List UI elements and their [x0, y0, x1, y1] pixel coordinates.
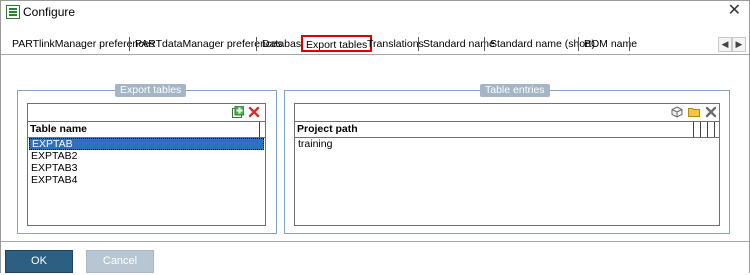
- tab-separator: [256, 37, 257, 51]
- tab-scroll-right-icon[interactable]: ▶: [732, 37, 746, 52]
- cube-icon[interactable]: [671, 106, 683, 118]
- title-bar: Configure ✕: [1, 1, 749, 23]
- table-entries-toolbar: [295, 104, 719, 120]
- column-divider: [700, 122, 701, 137]
- table-entries-group-title: Table entries: [480, 84, 550, 97]
- tab-export-tables[interactable]: Export tables: [301, 35, 373, 52]
- add-icon[interactable]: [232, 106, 244, 118]
- tab-scroll-arrows: ◀ ▶: [718, 37, 746, 52]
- configure-dialog: Configure ✕ PARTlinkManager preferences …: [0, 0, 750, 275]
- delete-icon[interactable]: [248, 106, 260, 118]
- configure-app-icon: [6, 5, 20, 19]
- tab-separator: [629, 37, 630, 51]
- tab-separator: [578, 37, 579, 51]
- table-name-header-label: Table name: [30, 123, 87, 135]
- tab-scroll-left-icon[interactable]: ◀: [718, 37, 732, 52]
- table-entries-group: Table entries Project path training: [284, 84, 730, 234]
- export-tables-toolbar: [28, 104, 265, 120]
- tab-separator: [129, 37, 130, 51]
- folder-icon[interactable]: [688, 106, 700, 118]
- dialog-footer: OK Cancel: [1, 241, 749, 275]
- export-tables-group-title: Export tables: [115, 84, 187, 97]
- export-tables-group: Export tables Table name EXPTAB EXPTAB2 …: [17, 84, 277, 234]
- window-title: Configure: [23, 5, 76, 19]
- list-item[interactable]: EXPTAB3: [29, 162, 78, 174]
- list-item[interactable]: EXPTAB4: [29, 174, 78, 186]
- close-window-button[interactable]: ✕: [728, 2, 741, 20]
- project-path-column-header[interactable]: Project path: [295, 121, 719, 138]
- tab-separator: [418, 37, 419, 51]
- ok-button[interactable]: OK: [5, 250, 73, 273]
- tab-bom-name[interactable]: BOM name: [581, 37, 640, 52]
- list-item[interactable]: training: [296, 138, 332, 150]
- project-path-header-label: Project path: [297, 123, 358, 135]
- tab-strip: PARTlinkManager preferences PARTdataMana…: [1, 34, 749, 55]
- export-tables-list: Table name EXPTAB EXPTAB2 EXPTAB3 EXPTAB…: [27, 103, 266, 226]
- column-divider: [714, 122, 715, 137]
- table-entries-list: Project path training: [294, 103, 720, 226]
- cancel-button[interactable]: Cancel: [86, 250, 154, 273]
- list-item[interactable]: EXPTAB: [29, 138, 264, 150]
- table-name-column-header[interactable]: Table name: [28, 121, 265, 138]
- delete-icon[interactable]: [705, 106, 717, 118]
- column-divider: [259, 122, 260, 137]
- tab-separator: [484, 37, 485, 51]
- column-divider: [693, 122, 694, 137]
- list-item[interactable]: EXPTAB2: [29, 150, 78, 162]
- column-divider: [707, 122, 708, 137]
